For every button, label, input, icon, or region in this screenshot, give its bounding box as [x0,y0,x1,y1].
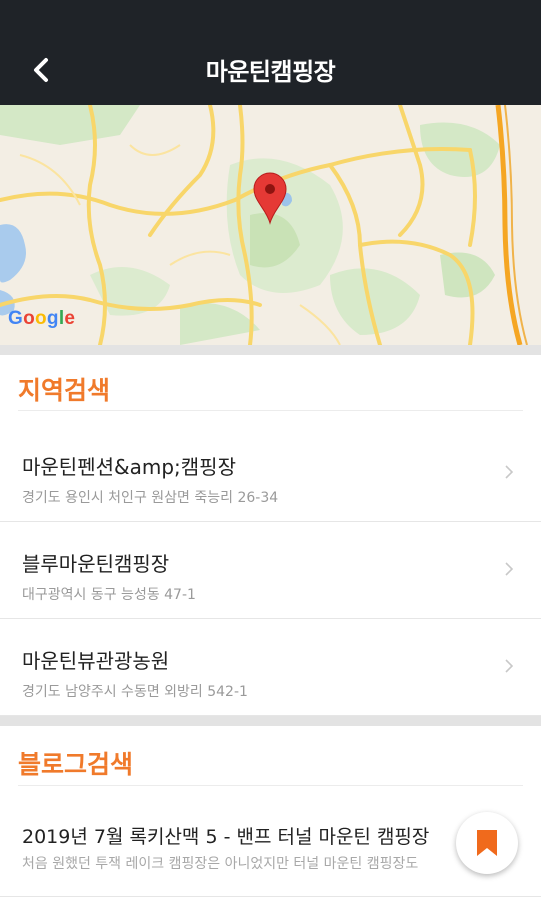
divider [18,410,523,411]
blog-snippet: 처음 원했던 투잭 레이크 캠핑장은 아니었지만 터널 마운틴 캠핑장도 [22,856,419,872]
section-divider [0,345,541,355]
region-search-title: 지역검색 [18,376,111,405]
bookmark-button[interactable] [456,812,518,874]
blog-search-title: 블로그검색 [18,750,134,779]
item-name: 블루마운틴캠핑장 [22,552,170,576]
item-name: 마운틴펜션&amp;캠핑장 [22,455,236,479]
list-item[interactable]: 블루마운틴캠핑장 대구광역시 동구 능성동 47-1 [0,522,541,619]
map-view[interactable] [0,105,541,345]
chevron-right-icon [505,465,514,479]
chevron-right-icon [505,562,514,576]
page-title: 마운틴캠핑장 [205,58,336,86]
bookmark-icon [477,830,497,856]
chevron-right-icon [505,659,514,673]
list-item[interactable]: 마운틴펜션&amp;캠핑장 경기도 용인시 처인구 원삼면 죽능리 26-34 [0,425,541,522]
item-address: 경기도 용인시 처인구 원삼면 죽능리 26-34 [22,490,279,506]
google-logo: Google [8,308,76,329]
app-bar: 마운틴캠핑장 [0,0,541,105]
blog-title: 2019년 7월 록키산맥 5 - 밴프 터널 마운틴 캠핑장 [22,826,430,848]
item-name: 마운틴뷰관광농원 [22,649,170,673]
item-address: 경기도 남양주시 수동면 외방리 542-1 [22,684,248,700]
section-divider [0,716,541,726]
list-item[interactable]: 마운틴뷰관광농원 경기도 남양주시 수동면 외방리 542-1 [0,619,541,716]
item-address: 대구광역시 동구 능성동 47-1 [22,587,196,603]
divider [18,785,523,786]
